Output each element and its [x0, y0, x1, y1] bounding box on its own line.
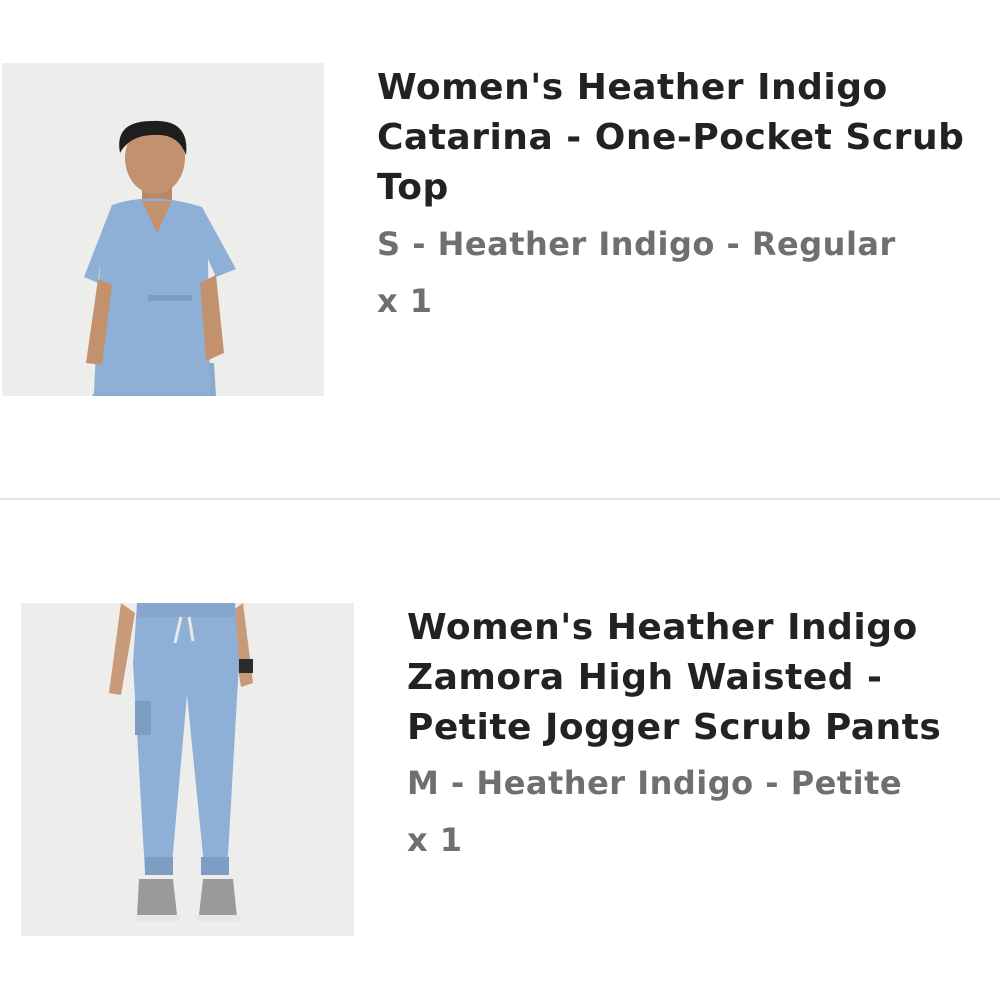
product-variant: S - Heather Indigo - Regular	[377, 225, 896, 263]
product-quantity: x 1	[377, 282, 433, 320]
jogger-pants-photo-icon	[21, 603, 354, 936]
product-title[interactable]: Women's Heather Indigo Zamora High Waist…	[407, 603, 997, 753]
product-quantity: x 1	[407, 821, 463, 859]
product-variant: M - Heather Indigo - Petite	[407, 764, 903, 802]
scrub-top-photo-icon	[2, 63, 324, 396]
cart-item[interactable]: Women's Heather Indigo Zamora High Waist…	[0, 500, 1000, 1000]
cart-item[interactable]: Women's Heather Indigo Catarina - One-Po…	[0, 0, 1000, 498]
product-image-scrub-top[interactable]	[2, 63, 324, 396]
product-image-jogger-pants[interactable]	[21, 603, 354, 936]
product-title[interactable]: Women's Heather Indigo Catarina - One-Po…	[377, 63, 997, 213]
